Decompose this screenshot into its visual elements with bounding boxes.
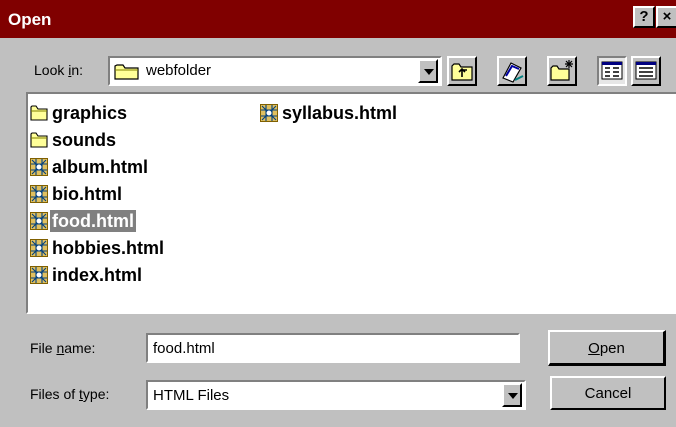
html-file-icon [30,239,48,257]
file-name-value: food.html [153,340,215,357]
list-item-label: sounds [52,130,117,150]
file-list[interactable]: graphics sounds album.html bio.html food.htm… [26,92,676,314]
dialog-title: Open [8,10,52,29]
file-type-dropdown-button[interactable] [502,383,522,407]
html-file-icon [30,185,48,203]
chevron-down-icon [508,393,518,399]
list-item-label: album.html [52,157,149,177]
look-in-label: Look in: [34,62,84,78]
look-in-combobox[interactable]: webfolder [108,56,442,86]
list-view-icon [601,61,623,80]
list-item-label: hobbies.html [52,238,164,258]
html-file-icon [30,266,48,284]
file-type-value: HTML Files [153,387,230,404]
list-item-label: bio.html [52,184,122,204]
html-file-icon [30,212,48,230]
open-button-label: Open [588,340,625,357]
list-item-label: index.html [52,265,143,285]
list-item-label: food.html [50,210,136,232]
file-name-input[interactable]: food.html [146,333,520,363]
up-one-level-button[interactable] [447,56,477,86]
file-type-label: Files of type: [30,386,110,402]
folder-icon [114,64,139,80]
details-view-button[interactable] [631,56,661,86]
list-item-label: graphics [52,103,128,123]
new-folder-icon [550,60,573,81]
look-in-value: webfolder [146,62,212,79]
desktop-icon [502,62,524,83]
up-folder-icon [451,63,473,81]
open-dialog: Open ? × Look in: webfolder graphics sou… [0,0,676,427]
folder-icon [30,104,48,122]
chevron-down-icon [424,69,434,75]
folder-icon [30,131,48,149]
html-file-icon [260,104,278,122]
help-button[interactable]: ? [633,6,655,28]
html-file-icon [30,158,48,176]
list-item-label: syllabus.html [282,103,398,123]
file-type-select[interactable]: HTML Files [146,380,526,410]
title-bar[interactable]: Open ? × [0,0,676,38]
close-button[interactable]: × [656,6,676,28]
look-in-dropdown-button[interactable] [418,59,438,83]
details-view-icon [635,61,657,80]
list-view-button[interactable] [597,56,627,86]
open-button[interactable]: Open [548,330,666,366]
desktop-button[interactable] [497,56,527,86]
create-new-folder-button[interactable] [547,56,577,86]
cancel-button[interactable]: Cancel [550,376,666,410]
cancel-button-label: Cancel [584,385,632,402]
file-name-label: File name: [30,340,96,356]
